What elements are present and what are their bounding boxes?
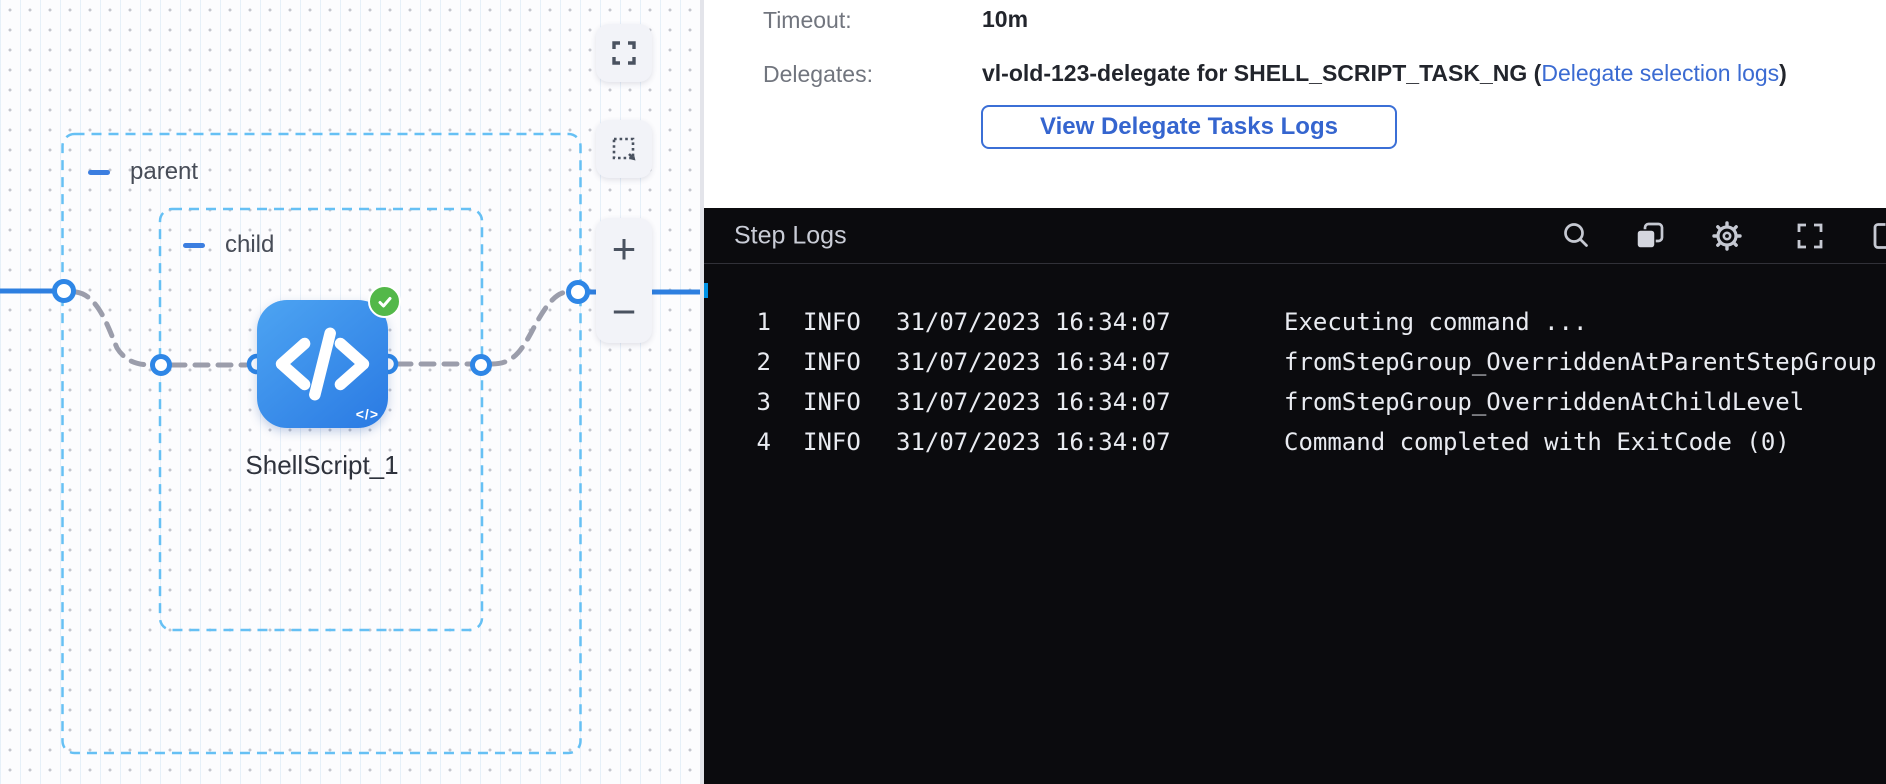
zoom-out-button[interactable]: − [596, 281, 652, 344]
settings-gear-icon[interactable] [1710, 219, 1744, 253]
log-line: 2 INFO 31/07/2023 16:34:07 fromStepGroup… [704, 342, 1886, 382]
canvas-marquee-select-button[interactable] [596, 120, 652, 178]
log-line-number: 1 [704, 302, 771, 342]
open-in-new-icon[interactable] [1868, 219, 1886, 253]
shellscript-step-node[interactable]: </> [257, 300, 388, 428]
step-details-pane: Timeout: 10m Delegates: vl-old-123-deleg… [704, 0, 1886, 784]
timeout-value: 10m [982, 6, 1028, 33]
delegates-label: Delegates: [763, 61, 873, 88]
step-name-label: ShellScript_1 [245, 450, 398, 481]
collapse-child-group-icon[interactable] [183, 243, 205, 248]
log-timestamp: 31/07/2023 16:34:07 [896, 302, 1284, 342]
pipeline-canvas[interactable]: parent child </> ShellScript_1 [0, 0, 700, 784]
log-message: Command completed with ExitCode (0) [1284, 422, 1886, 462]
step-logs-title: Step Logs [734, 221, 847, 250]
log-message: fromStepGroup_OverriddenAtChildLevel [1284, 382, 1886, 422]
collapse-parent-group-icon[interactable] [88, 170, 110, 175]
parent-stepgroup-header[interactable]: parent [88, 158, 198, 186]
log-level: INFO [771, 342, 896, 382]
log-line-number: 4 [704, 422, 771, 462]
log-line: 4 INFO 31/07/2023 16:34:07 Command compl… [704, 422, 1886, 462]
fullscreen-icon [607, 36, 641, 70]
log-message: Executing command ... [1284, 302, 1886, 342]
child-stepgroup-header[interactable]: child [183, 231, 274, 259]
marquee-select-icon [607, 132, 641, 166]
view-delegate-tasks-logs-button[interactable]: View Delegate Tasks Logs [981, 105, 1397, 149]
canvas-fullscreen-button[interactable] [596, 24, 652, 82]
log-level: INFO [771, 382, 896, 422]
canvas-zoom-controls: + − [596, 218, 652, 343]
step-logs-header: Step Logs [704, 208, 1886, 264]
success-check-icon [368, 285, 401, 318]
log-line: 3 INFO 31/07/2023 16:34:07 fromStepGroup… [704, 382, 1886, 422]
child-stepgroup-label: child [225, 231, 274, 259]
delegates-value-text: vl-old-123-delegate for SHELL_SCRIPT_TAS… [982, 60, 1541, 86]
log-line-number: 3 [704, 382, 771, 422]
step-logs-panel: Step Logs [704, 208, 1886, 784]
zoom-in-button[interactable]: + [596, 218, 652, 281]
pipeline-execution-view: parent child </> ShellScript_1 [0, 0, 1886, 784]
parent-stepgroup-label: parent [130, 158, 198, 186]
delegate-selection-logs-link[interactable]: Delegate selection logs [1541, 60, 1779, 86]
log-timestamp: 31/07/2023 16:34:07 [896, 342, 1284, 382]
copy-icon[interactable] [1633, 219, 1667, 253]
log-timestamp: 31/07/2023 16:34:07 [896, 422, 1284, 462]
delegates-value: vl-old-123-delegate for SHELL_SCRIPT_TAS… [982, 60, 1787, 87]
log-message: fromStepGroup_OverriddenAtParentStepGrou… [1284, 342, 1886, 382]
log-lines: 1 INFO 31/07/2023 16:34:07 Executing com… [704, 302, 1886, 462]
timeout-label: Timeout: [763, 7, 852, 34]
log-line-number: 2 [704, 342, 771, 382]
log-scroll-indicator [704, 283, 708, 298]
log-timestamp: 31/07/2023 16:34:07 [896, 382, 1284, 422]
parent-stepgroup-border [63, 134, 581, 753]
expand-fullscreen-icon[interactable] [1793, 219, 1827, 253]
shell-script-type-icon: </> [356, 406, 379, 422]
delegates-value-close-paren: ) [1779, 60, 1787, 86]
log-line: 1 INFO 31/07/2023 16:34:07 Executing com… [704, 302, 1886, 342]
log-level: INFO [771, 422, 896, 462]
log-level: INFO [771, 302, 896, 342]
search-icon[interactable] [1559, 219, 1593, 253]
